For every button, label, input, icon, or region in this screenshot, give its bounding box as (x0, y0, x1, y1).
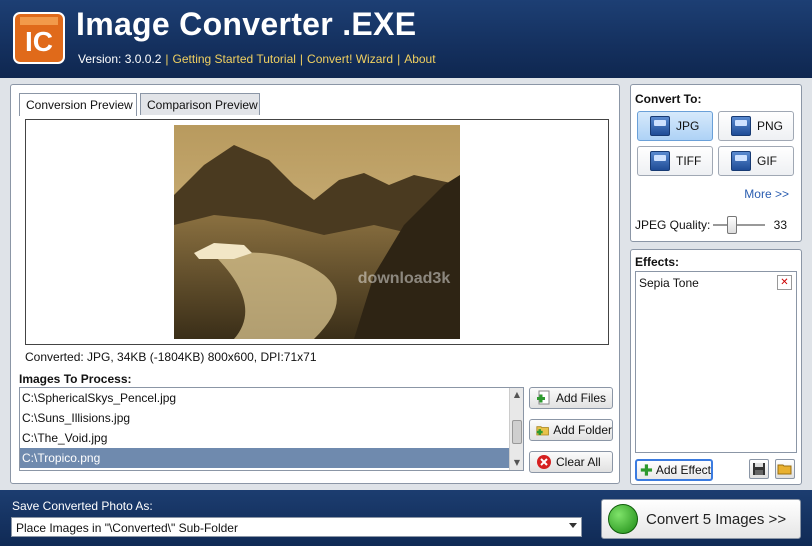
getting-started-link[interactable]: Getting Started Tutorial (173, 52, 296, 66)
clear-all-button[interactable]: Clear All (529, 451, 613, 473)
jpeg-quality-value: 33 (773, 218, 787, 232)
save-disk-icon (753, 463, 765, 475)
remove-effect-icon[interactable]: ✕ (777, 275, 792, 290)
convert-wizard-link[interactable]: Convert! Wizard (307, 52, 393, 66)
open-effects-button[interactable] (775, 459, 795, 479)
about-link[interactable]: About (404, 52, 435, 66)
save-location-value: Place Images in "\Converted\" Sub-Folder (16, 521, 238, 535)
chevron-down-icon (569, 523, 577, 528)
convert-button[interactable]: Convert 5 Images >> (601, 499, 801, 539)
app-header: IC Image Converter .EXE Version: 3.0.0.2… (0, 0, 812, 78)
file-row[interactable]: C:\Suns_Illisions.jpg (20, 408, 523, 428)
format-png-button[interactable]: PNG (718, 111, 794, 141)
more-formats-link[interactable]: More >> (744, 187, 789, 201)
scroll-up-icon[interactable]: ▲ (511, 389, 523, 401)
format-tiff-button[interactable]: TIFF (637, 146, 713, 176)
version-line: Version: 3.0.0.2 | Getting Started Tutoria… (78, 52, 436, 66)
save-effects-button[interactable] (749, 459, 769, 479)
file-list-scrollbar[interactable]: ▲ ▼ (509, 388, 523, 470)
scroll-thumb[interactable] (512, 420, 522, 444)
format-label: GIF (757, 154, 777, 168)
add-effect-button[interactable]: Add Effect (635, 459, 713, 481)
tab-conversion-preview[interactable]: Conversion Preview (19, 93, 137, 116)
add-folder-icon (536, 426, 549, 436)
format-label: JPG (676, 119, 700, 133)
add-effect-label: Add Effect (655, 463, 711, 477)
logo-text: IC (25, 26, 53, 57)
effects-list[interactable]: Sepia Tone ✕ (635, 271, 797, 453)
format-label: TIFF (676, 154, 702, 168)
preview-image: download3k (174, 125, 460, 339)
add-files-label: Add Files (556, 391, 607, 405)
jpeg-quality-slider[interactable] (713, 215, 765, 235)
clear-icon (537, 455, 551, 469)
clear-all-label: Clear All (556, 455, 601, 469)
add-folder-button[interactable]: Add Folder (529, 419, 613, 441)
format-gif-button[interactable]: GIF (718, 146, 794, 176)
slider-thumb[interactable] (727, 216, 737, 234)
tiff-file-icon (650, 151, 670, 171)
jpeg-quality-label: JPEG Quality: (635, 218, 711, 232)
tab-comparison-preview[interactable]: Comparison Preview (140, 93, 260, 115)
format-label: PNG (757, 119, 784, 133)
effects-panel: Effects: Sepia Tone ✕ Add Effect (630, 249, 802, 485)
folder-open-icon (777, 464, 792, 475)
scroll-down-icon[interactable]: ▼ (511, 457, 523, 469)
app-logo-icon: IC (13, 12, 65, 64)
convert-to-label: Convert To: (635, 92, 702, 106)
save-as-label: Save Converted Photo As: (12, 499, 153, 513)
add-files-icon (537, 390, 550, 405)
watermark-text: download3k (358, 270, 451, 287)
gif-file-icon (731, 151, 751, 171)
effects-label: Effects: (635, 255, 680, 269)
save-location-select[interactable]: Place Images in "\Converted\" Sub-Folder (11, 517, 582, 537)
images-to-process-label: Images To Process: (19, 372, 132, 386)
png-file-icon (731, 116, 751, 136)
file-row-selected[interactable]: C:\Tropico.png (20, 448, 523, 468)
app-title: Image Converter .EXE (76, 6, 417, 42)
format-jpg-button[interactable]: JPG (637, 111, 713, 141)
add-folder-label: Add Folder (553, 423, 612, 437)
jpg-file-icon (650, 116, 670, 136)
file-row[interactable]: C:\The_Void.jpg (20, 428, 523, 448)
main-panel: Conversion Preview Comparison Preview do… (10, 84, 620, 484)
convert-button-label: Convert 5 Images >> (646, 510, 787, 528)
convert-to-panel: Convert To: JPG PNG TIFF GIF More >> JPE… (630, 84, 802, 242)
effect-item-sepia[interactable]: Sepia Tone (639, 276, 699, 290)
convert-run-icon (608, 504, 638, 534)
converted-info: Converted: JPG, 34KB (-1804KB) 800x600, … (25, 350, 317, 364)
file-row[interactable]: C:\SphericalSkys_Pencel.jpg (20, 388, 523, 408)
preview-area: download3k (25, 119, 609, 345)
version-text: Version: 3.0.0.2 (78, 52, 162, 66)
add-files-button[interactable]: Add Files (529, 387, 613, 409)
add-icon (640, 464, 653, 476)
file-list[interactable]: C:\SphericalSkys_Pencel.jpg C:\Suns_Illi… (19, 387, 524, 471)
